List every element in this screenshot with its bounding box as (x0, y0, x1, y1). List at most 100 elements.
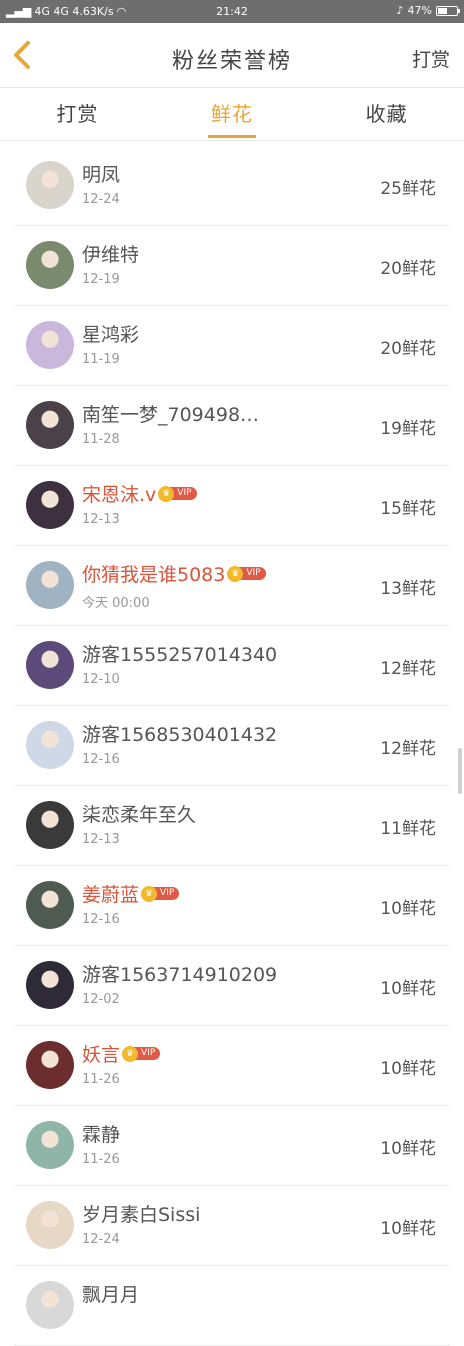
avatar[interactable] (26, 1121, 74, 1169)
flower-count: 20鲜花 (380, 259, 436, 279)
avatar[interactable] (26, 481, 74, 529)
user-name: 伊维特 (82, 240, 139, 267)
avatar[interactable] (26, 401, 74, 449)
avatar[interactable] (26, 161, 74, 209)
crown-icon: ♛ (141, 885, 158, 902)
flower-count: 12鲜花 (380, 739, 436, 759)
flower-count: 15鲜花 (380, 499, 436, 519)
user-name-text: 姜蔚蓝 (82, 884, 140, 906)
gift-date: 12-10 (82, 672, 120, 687)
flower-count: 25鲜花 (380, 179, 436, 199)
user-name-text: 你猜我是谁5083 (82, 564, 226, 586)
user-name: 星鸿彩 (82, 320, 139, 347)
avatar[interactable] (26, 641, 74, 689)
user-name: 宋恩沫.v ♛ VIP (82, 480, 197, 507)
user-name: 游客1568530401432 (82, 720, 277, 747)
gift-date: 12-24 (82, 1232, 120, 1247)
header: 粉丝荣誉榜 打赏 (0, 23, 464, 87)
list-item[interactable]: 霖静 11-26 10鲜花 (14, 1106, 450, 1186)
list-item[interactable]: 明凤 12-24 25鲜花 (14, 146, 450, 226)
list-item[interactable]: 南笙一梦_709498… 11-28 19鲜花 (14, 386, 450, 466)
list-item[interactable]: 岁月素白Sissi 12-24 10鲜花 (14, 1186, 450, 1266)
crown-icon: ♛ (158, 485, 175, 502)
avatar[interactable] (26, 1281, 74, 1329)
flower-count: 10鲜花 (380, 1219, 436, 1239)
user-name-text: 飘月月 (82, 1284, 140, 1306)
gift-date: 11-28 (82, 432, 120, 447)
user-name-text: 岁月素白Sissi (82, 1204, 201, 1226)
user-name-text: 星鸿彩 (82, 324, 140, 346)
vip-badge: ♛ VIP (227, 565, 266, 582)
user-name: 姜蔚蓝 ♛ VIP (82, 880, 180, 907)
flower-count: 19鲜花 (380, 419, 436, 439)
gift-date: 12-24 (82, 192, 120, 207)
list-item[interactable]: 柒恋柔年至久 12-13 11鲜花 (14, 786, 450, 866)
user-name-text: 妖言 (82, 1044, 121, 1066)
list-item[interactable]: 姜蔚蓝 ♛ VIP 12-16 10鲜花 (14, 866, 450, 946)
list-item[interactable]: 游客1555257014340 12-10 12鲜花 (14, 626, 450, 706)
user-name: 你猜我是谁5083 ♛ VIP (82, 560, 266, 587)
fan-list: 明凤 12-24 25鲜花 伊维特 12-19 20鲜花 星鸿彩 11-19 20鲜花 南笙一梦_… (0, 146, 464, 1346)
avatar[interactable] (26, 1041, 74, 1089)
tab-bar: 打赏 鲜花 收藏 (0, 87, 464, 141)
user-name: 妖言 ♛ VIP (82, 1040, 161, 1067)
flower-count: 13鲜花 (380, 579, 436, 599)
list-item[interactable]: 伊维特 12-19 20鲜花 (14, 226, 450, 306)
gift-date: 12-02 (82, 992, 120, 1007)
user-name: 南笙一梦_709498… (82, 400, 259, 427)
avatar[interactable] (26, 321, 74, 369)
gift-date: 12-16 (82, 912, 120, 927)
gift-date: 12-13 (82, 832, 120, 847)
user-name: 明凤 (82, 160, 120, 187)
avatar[interactable] (26, 561, 74, 609)
tab-flowers[interactable]: 鲜花 (155, 88, 310, 140)
gift-date: 12-19 (82, 272, 120, 287)
list-item[interactable]: 星鸿彩 11-19 20鲜花 (14, 306, 450, 386)
user-name: 飘月月 (82, 1280, 139, 1307)
avatar[interactable] (26, 881, 74, 929)
battery-icon (436, 5, 460, 16)
list-item[interactable]: 游客1563714910209 12-02 10鲜花 (14, 946, 450, 1026)
tip-button[interactable]: 打赏 (412, 45, 450, 72)
tab-favorites[interactable]: 收藏 (309, 88, 464, 140)
tab-label: 鲜花 (211, 102, 253, 126)
list-item[interactable]: 你猜我是谁5083 ♛ VIP 今天 00:00 13鲜花 (14, 546, 450, 626)
status-time: 21:42 (216, 5, 248, 18)
status-right: ♪ 47% (397, 4, 460, 17)
avatar[interactable] (26, 801, 74, 849)
user-name-text: 伊维特 (82, 244, 140, 266)
list-item[interactable]: 妖言 ♛ VIP 11-26 10鲜花 (14, 1026, 450, 1106)
gift-date: 今天 00:00 (82, 596, 150, 611)
flower-count: 20鲜花 (380, 339, 436, 359)
vip-badge: ♛ VIP (141, 885, 180, 902)
avatar[interactable] (26, 961, 74, 1009)
vip-badge: ♛ VIP (122, 1045, 161, 1062)
scrollbar[interactable] (458, 748, 462, 794)
battery-percent: 47% (407, 4, 432, 17)
vip-badge: ♛ VIP (158, 485, 197, 502)
user-name-text: 明凤 (82, 164, 121, 186)
gift-date: 11-26 (82, 1072, 120, 1087)
user-name: 游客1555257014340 (82, 640, 277, 667)
user-name-text: 宋恩沫.v (82, 484, 157, 506)
gift-date: 11-26 (82, 1152, 120, 1167)
user-name-text: 游客1555257014340 (82, 644, 278, 666)
flower-count: 10鲜花 (380, 1059, 436, 1079)
list-item[interactable]: 游客1568530401432 12-16 12鲜花 (14, 706, 450, 786)
user-name-text: 南笙一梦_709498… (82, 404, 260, 426)
list-item[interactable]: 宋恩沫.v ♛ VIP 12-13 15鲜花 (14, 466, 450, 546)
flower-count: 10鲜花 (380, 899, 436, 919)
avatar[interactable] (26, 1201, 74, 1249)
user-name-text: 游客1563714910209 (82, 964, 278, 986)
tab-label: 收藏 (365, 102, 408, 126)
gift-date: 11-19 (82, 352, 120, 367)
list-item[interactable]: 飘月月 (14, 1266, 450, 1346)
user-name-text: 霖静 (82, 1124, 121, 1146)
gift-date: 12-13 (82, 512, 120, 527)
avatar[interactable] (26, 721, 74, 769)
avatar[interactable] (26, 241, 74, 289)
user-name: 霖静 (82, 1120, 120, 1147)
flower-count: 10鲜花 (380, 1139, 436, 1159)
tab-tip[interactable]: 打赏 (0, 88, 155, 140)
page-title: 粉丝荣誉榜 (171, 49, 292, 74)
